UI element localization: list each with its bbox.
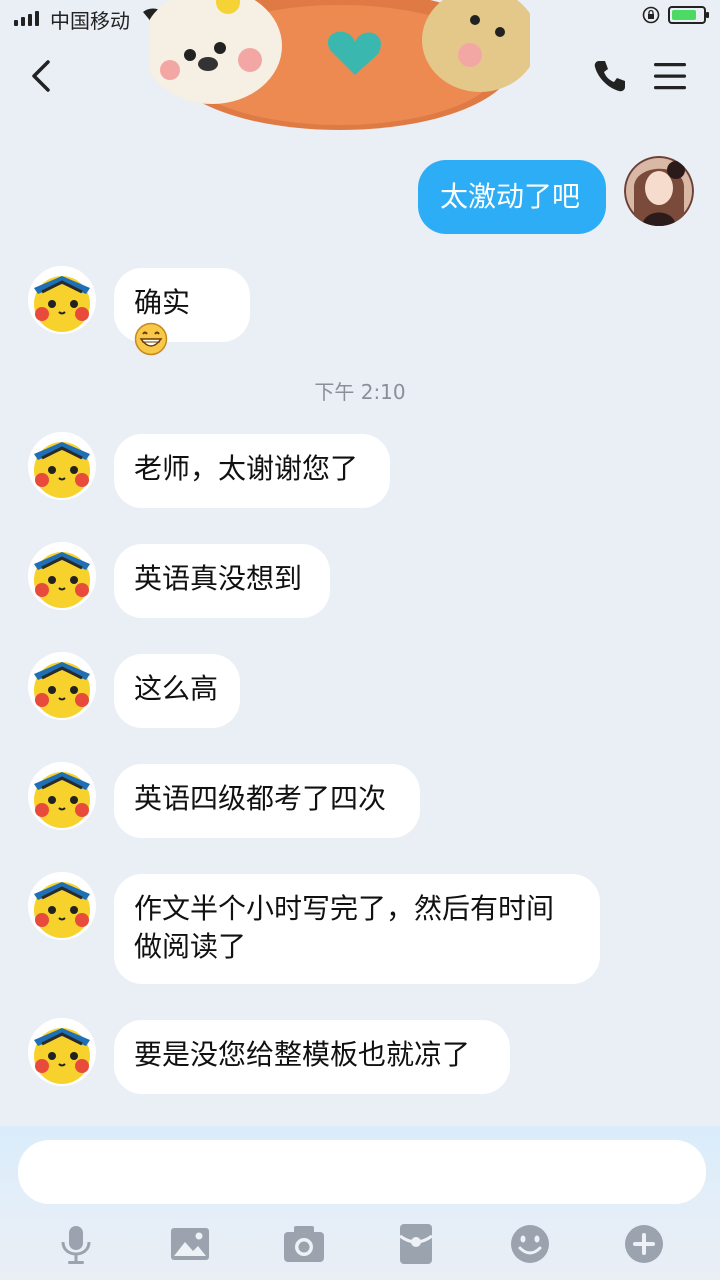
message-bubble-incoming[interactable]: 作文半个小时写完了，然后有时间 做阅读了 — [114, 874, 600, 984]
chat-header — [0, 0, 720, 130]
rotation-lock-icon — [642, 6, 660, 24]
camera-icon[interactable] — [280, 1220, 328, 1268]
menu-icon[interactable] — [652, 58, 688, 94]
message-bubble-incoming[interactable]: 确实 — [114, 268, 250, 356]
message-bubble-incoming[interactable]: 英语真没想到 — [114, 544, 330, 618]
message-bubble-incoming[interactable]: 这么高 — [114, 654, 240, 728]
red-packet-icon[interactable] — [392, 1220, 440, 1268]
carrier-label: 中国移动 — [50, 9, 130, 33]
input-bar — [0, 1126, 720, 1280]
signal-icon — [14, 10, 39, 26]
image-icon[interactable] — [166, 1220, 214, 1268]
plus-icon[interactable] — [620, 1220, 668, 1268]
message-bubble-incoming[interactable]: 英语四级都考了四次 — [114, 764, 420, 838]
back-button[interactable] — [24, 56, 58, 96]
pikachu-avatar[interactable] — [28, 762, 96, 830]
message-text-line-1: 作文半个小时写完了，然后有时间 — [134, 892, 555, 925]
toolbar — [0, 1216, 720, 1272]
message-input[interactable] — [18, 1140, 706, 1204]
pikachu-avatar[interactable] — [28, 266, 96, 334]
message-bubble-incoming[interactable]: 老师，太谢谢您了 — [114, 434, 390, 508]
pikachu-avatar[interactable] — [28, 652, 96, 720]
pikachu-avatar[interactable] — [28, 432, 96, 500]
pikachu-avatar[interactable] — [28, 542, 96, 610]
message-text-line-2: 做阅读了 — [134, 930, 247, 963]
message-bubble-outgoing[interactable]: 太激动了吧 — [418, 160, 606, 234]
battery-icon — [668, 6, 709, 24]
message-list[interactable]: 太激动了吧 确实 下午 2:10 老师，太谢谢您了 英语真没想到 这么高 英语四… — [0, 116, 720, 1126]
timestamp-divider: 下午 2:10 — [314, 380, 406, 404]
pikachu-avatar[interactable] — [28, 1018, 96, 1086]
mic-icon[interactable] — [52, 1220, 100, 1268]
message-text: 确实 — [134, 286, 191, 319]
my-avatar[interactable] — [624, 156, 694, 226]
message-bubble-incoming[interactable]: 要是没您给整模板也就凉了 — [114, 1020, 510, 1094]
grin-emoji-icon — [134, 322, 168, 356]
pikachu-avatar[interactable] — [28, 872, 96, 940]
phone-icon[interactable] — [590, 56, 630, 96]
emoji-icon[interactable] — [506, 1220, 554, 1268]
